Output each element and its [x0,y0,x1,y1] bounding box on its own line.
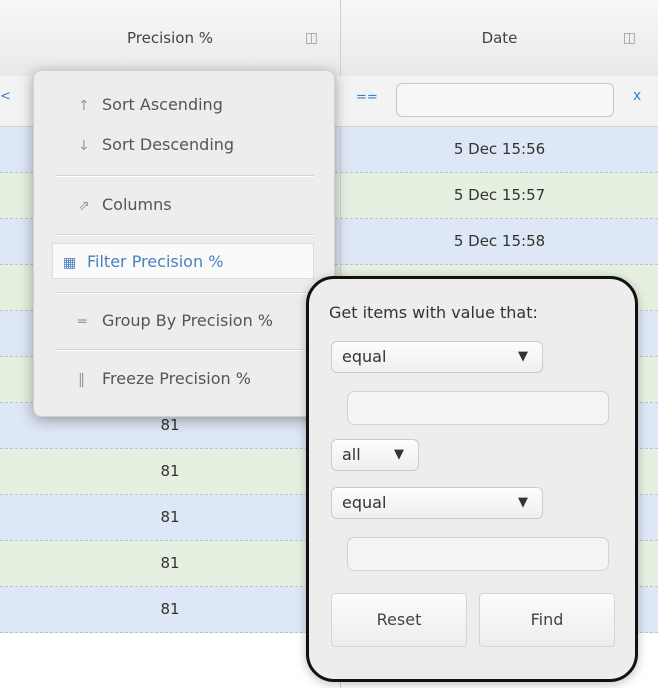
menu-item-label: Group By Precision % [102,311,274,330]
column-context-menu: ↑ Sort Ascending ↓ Sort Descending ⇗ Column… [33,70,335,417]
dropdown-arrow-icon: ▼ [394,447,404,462]
menu-item-label: Sort Descending [102,135,235,154]
external-link-icon: ⇗ [78,198,90,214]
menu-item-group-by[interactable]: ═ Group By Precision % [78,311,273,330]
arrow-up-icon: ↑ [78,98,90,114]
menu-separator [56,349,314,351]
select-value: equal [342,493,387,512]
menu-item-sort-ascending[interactable]: ↑ Sort Ascending [78,95,223,114]
filter-popup-title: Get items with value that: [329,303,538,322]
menu-item-filter[interactable]: ▦ Filter Precision % [52,243,314,279]
menu-item-label: Filter Precision % [87,252,224,271]
menu-item-sort-descending[interactable]: ↓ Sort Descending [78,135,234,154]
grid-header: Precision % ◫ Date ◫ [0,0,658,77]
condition2-operator-select[interactable]: equal ▼ [331,487,543,519]
menu-item-label: Columns [102,195,172,214]
precision-cell: 81 [160,462,180,480]
column-header-label: Date [481,29,518,47]
column-menu-icon[interactable]: ◫ [623,0,636,76]
menu-separator [56,175,314,177]
select-value: equal [342,347,387,366]
precision-cell: 81 [160,600,180,618]
precision-cell: 81 [160,508,180,526]
menu-separator [56,292,314,294]
freeze-bars-icon: ‖ [78,372,85,388]
dropdown-arrow-icon: ▼ [518,495,528,510]
column-menu-icon[interactable]: ◫ [305,0,318,76]
precision-cell: 81 [160,554,180,572]
menu-item-columns[interactable]: ⇗ Columns [78,195,172,214]
clear-filter-button[interactable]: x [633,88,641,104]
logic-select[interactable]: all ▼ [331,439,419,471]
arrow-down-icon: ↓ [78,138,90,154]
reset-button[interactable]: Reset [331,593,467,647]
filter-popup: Get items with value that: equal ▼ all ▼ e… [306,276,638,682]
menu-item-label: Freeze Precision % [102,369,251,388]
dropdown-arrow-icon: ▼ [518,349,528,364]
condition2-value-input[interactable] [347,537,609,571]
menu-item-freeze[interactable]: ‖ Freeze Precision % [78,369,251,388]
condition1-value-input[interactable] [347,391,609,425]
condition1-operator-select[interactable]: equal ▼ [331,341,543,373]
find-button[interactable]: Find [479,593,615,647]
column-header-label: Precision % [127,29,213,47]
filter-grid-icon: ▦ [63,255,77,271]
date-filter-input[interactable] [396,83,614,117]
date-cell: 5 Dec 15:57 [453,186,546,204]
filter-operator-left[interactable]: < [0,89,11,104]
column-header-date[interactable]: Date ◫ [341,0,658,76]
select-value: all [342,445,361,464]
menu-separator [56,234,314,236]
date-cell: 5 Dec 15:58 [453,232,546,250]
menu-item-label: Sort Ascending [102,95,223,114]
column-header-precision[interactable]: Precision % ◫ [0,0,341,76]
filter-operator[interactable]: == [356,90,378,105]
date-cell: 5 Dec 15:56 [453,140,546,158]
group-lines-icon: ═ [78,314,87,330]
